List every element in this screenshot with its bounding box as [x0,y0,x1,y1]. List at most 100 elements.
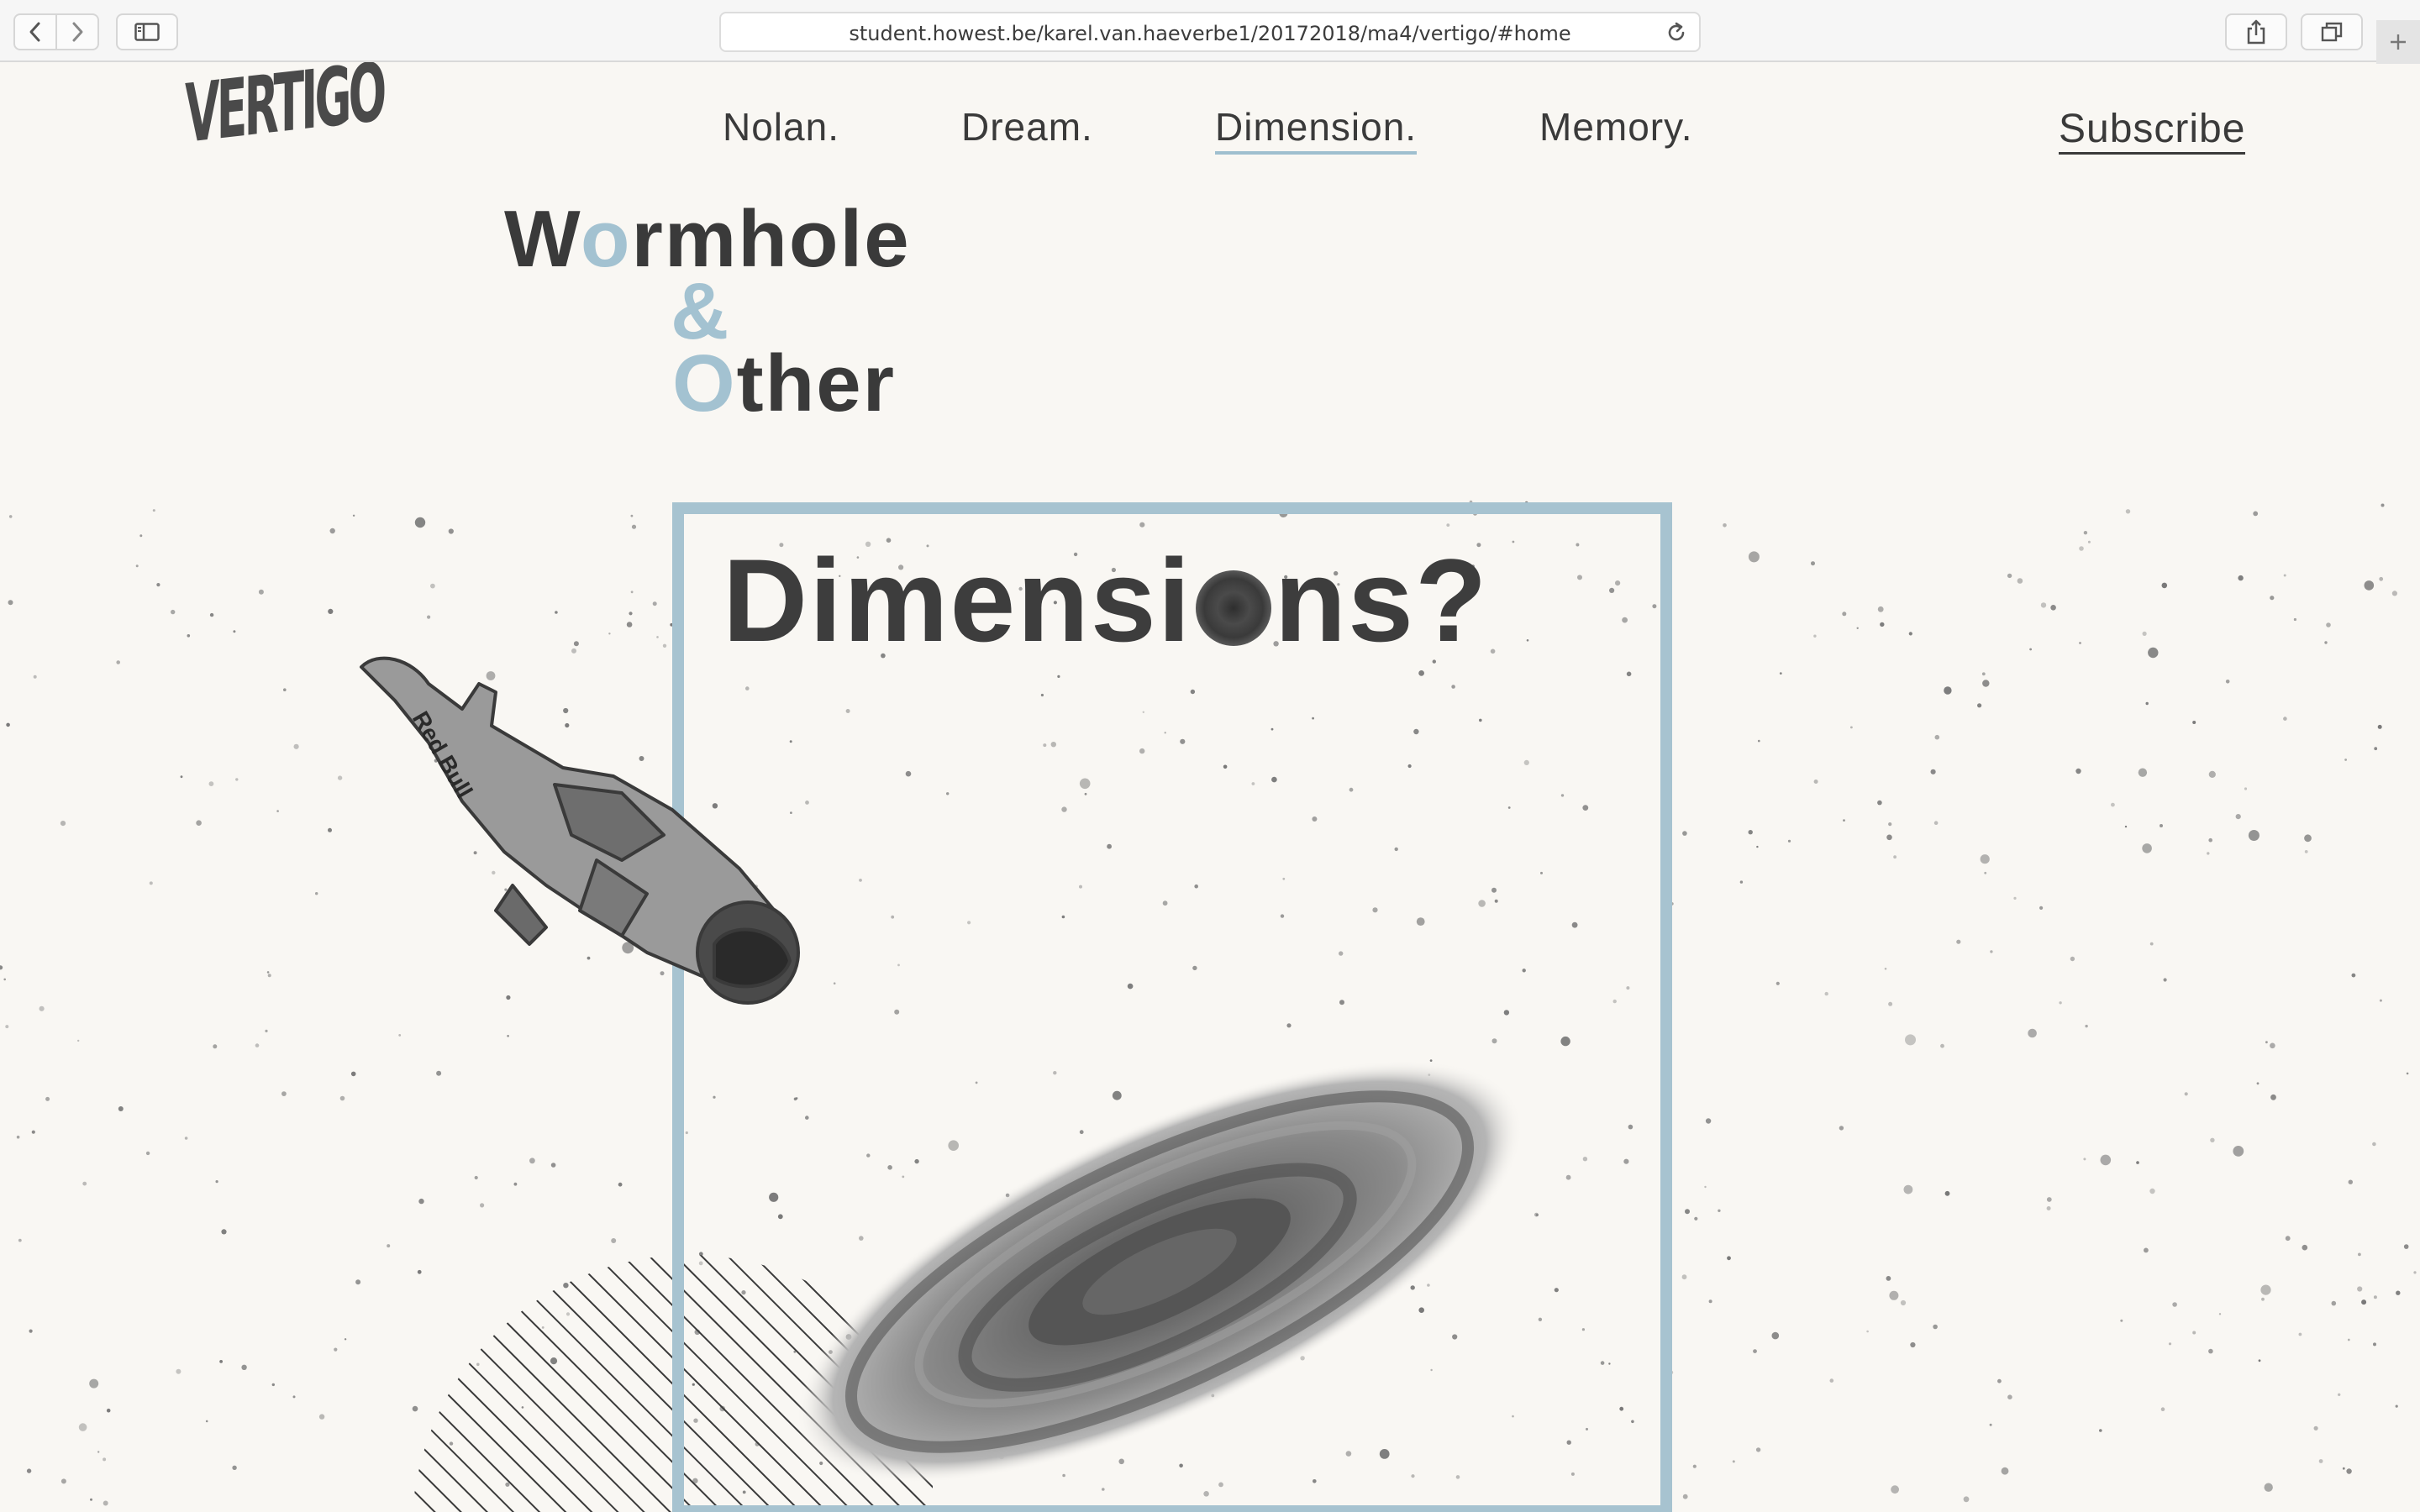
star-dot [235,778,239,781]
star-dot [2001,1467,2009,1475]
star-dot [1889,1290,1899,1300]
star-dot [0,965,3,970]
hero-letter: W [504,194,581,284]
star-dot [1753,1349,1757,1353]
star-dot [398,1034,402,1037]
star-dot [1989,1423,1992,1426]
star-dot [1779,672,1782,675]
star-dot [266,971,270,974]
star-dot [1756,845,1759,848]
star-dot [2172,1302,2177,1307]
star-dot [293,743,299,749]
star-dot [1997,1378,2002,1383]
star-dot [1685,1209,1690,1215]
reload-icon[interactable] [1665,21,1687,45]
star-dot [219,1360,223,1363]
nav-link-dream[interactable]: Dream. [961,104,1093,150]
star-dot [2258,1359,2261,1362]
star-dot [135,564,139,568]
star-dot [171,609,176,615]
back-button[interactable] [13,13,57,50]
forward-button[interactable] [55,13,99,50]
chevron-left-icon [29,22,40,42]
address-bar[interactable]: student.howest.be/karel.van.haeverbe1/20… [719,12,1701,52]
star-dot [2348,1179,2353,1184]
star-dot [2218,1313,2222,1315]
star-dot [1886,1276,1891,1281]
star-dot [2149,1188,2155,1194]
tabs-button[interactable] [2301,13,2363,50]
star-dot [6,722,10,727]
star-dot [139,534,143,538]
star-dot [1843,819,1845,822]
star-dot [8,600,13,606]
star-dot [2374,747,2378,751]
star-dot [2111,802,2115,807]
star-dot [1880,622,1885,627]
star-dot [2283,574,2286,577]
star-dot [630,514,634,517]
star-dot [2318,1459,2323,1463]
share-button[interactable] [2225,13,2287,50]
star-dot [1977,703,1982,708]
plus-icon [2391,34,2406,50]
star-dot [1933,1324,1938,1330]
sidebar-button[interactable] [116,13,178,50]
star-dot [1980,854,1990,864]
star-dot [1708,1299,1712,1304]
star-dot [2344,759,2348,761]
star-dot [18,1238,22,1242]
star-dot [77,1039,80,1042]
nav-link-nolan[interactable]: Nolan. [723,104,839,150]
star-dot [1705,1118,1712,1124]
star-dot [2013,896,2017,900]
star-dot [281,1091,287,1096]
star-dot [2160,1407,2165,1411]
star-dot [2338,1393,2341,1397]
star-dot [1732,1460,1735,1463]
star-dot [1829,1378,1834,1383]
star-dot [350,1071,356,1077]
subscribe-link[interactable]: Subscribe [2059,106,2246,155]
star-dot [2070,956,2075,962]
star-dot [1884,968,1887,970]
hero-line-2: & [671,266,731,356]
star-dot [1984,871,1987,874]
star-dot [2125,509,2131,514]
star-dot [292,1395,296,1399]
star-dot [283,688,287,691]
star-dot [2248,830,2260,841]
star-dot [344,1338,347,1341]
star-dot [29,1329,33,1333]
chevron-right-icon [72,22,83,42]
star-dot [355,1279,361,1285]
star-dot [1888,822,1892,827]
star-dot [1877,800,1882,806]
star-dot [60,821,66,827]
nav-link-dimension[interactable]: Dimension. [1215,104,1418,155]
browser-toolbar: student.howest.be/karel.van.haeverbe1/20… [0,0,2420,64]
star-dot [1888,1001,1893,1006]
star-dot [2149,942,2154,946]
star-dot [1905,1034,1916,1046]
star-dot [611,1238,617,1243]
nav-link-memory[interactable]: Memory. [1539,104,1693,150]
star-dot [2342,1467,2345,1470]
new-tab-button[interactable] [2376,20,2420,64]
star-dot [1813,634,1817,638]
star-dot [2208,770,2216,778]
star-dot [184,1137,188,1140]
star-dot [180,775,183,779]
star-dot [507,1035,509,1037]
star-dot [2396,1290,2401,1295]
star-dot [2395,1404,2398,1408]
hero-line-3: Other [504,344,911,424]
star-dot [2256,1082,2260,1085]
star-dot [2302,1244,2308,1251]
star-dot [33,675,37,679]
star-dot [2379,576,2384,581]
star-dot [2079,642,2081,644]
star-dot [2161,582,2168,589]
star-dot [152,509,155,512]
star-dot [2285,1236,2291,1242]
